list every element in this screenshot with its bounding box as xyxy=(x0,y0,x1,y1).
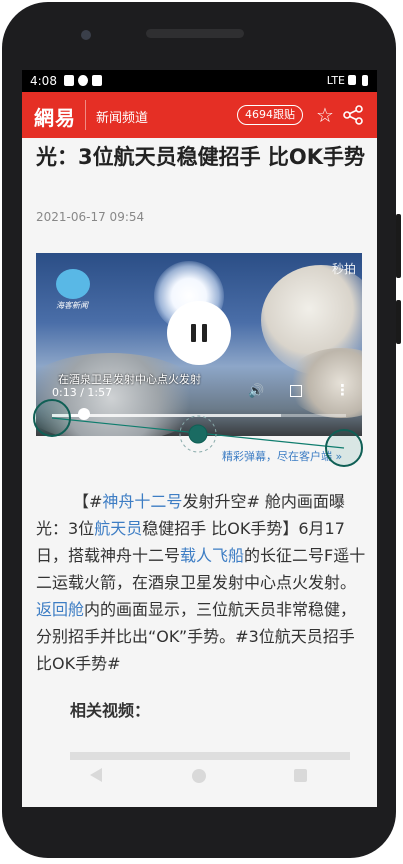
pause-icon xyxy=(191,324,196,342)
battery-icon xyxy=(362,75,368,86)
source-logo-text: 海客新闻 xyxy=(56,301,88,310)
miaopai-watermark: 秒拍 xyxy=(331,262,356,276)
front-camera xyxy=(81,30,91,40)
video-player[interactable]: 海客新闻 秒拍 在酒泉卫星发射中心点火发射 0:13 / 1:57 🔊 ⋮ xyxy=(36,253,362,436)
video-caption: 在酒泉卫星发射中心点火发射 xyxy=(58,373,201,386)
app-bar: 網易 新闻频道 4694跟贴 ☆ xyxy=(22,92,377,138)
article-title: 光：3位航天员稳健招手 比OK手势 xyxy=(36,145,366,169)
screen: 4:08 LTE 網易 新闻频道 4694跟贴 ☆ 光：3位航天员稳健招手 比O… xyxy=(22,70,377,807)
article-date: 2021-06-17 09:54 xyxy=(36,210,145,224)
barrage-open-in-app-link[interactable]: 精彩弹幕，尽在客户端 » xyxy=(222,448,342,464)
body-link[interactable]: 神舟十二号 xyxy=(102,492,182,511)
sim-icon xyxy=(92,75,102,86)
body-link[interactable]: 返回舱 xyxy=(36,600,84,619)
body-link[interactable]: 航天员 xyxy=(94,519,142,538)
volume-button xyxy=(396,214,401,278)
volume-icon[interactable]: 🔊 xyxy=(248,384,264,399)
article-body: 【#神舟十二号发射升空# 舱内画面曝光：3位航天员稳健招手 比OK手势】6月17… xyxy=(36,488,366,677)
notification-icon xyxy=(78,75,88,86)
source-logo-icon xyxy=(56,269,90,299)
body-link[interactable]: 载人飞船 xyxy=(180,546,244,565)
signal-icon xyxy=(64,75,74,86)
back-icon[interactable] xyxy=(90,768,102,782)
home-icon[interactable] xyxy=(192,769,206,783)
network-type: LTE xyxy=(326,74,345,87)
channel-name[interactable]: 新闻频道 xyxy=(96,107,148,126)
body-text: 内的画面显示，三位航天员非常稳健，分别招手并比出“OK”手势。#3位航天员招手比… xyxy=(36,600,357,673)
power-button xyxy=(396,300,401,344)
share-icon[interactable] xyxy=(342,104,364,126)
video-timecode: 0:13 / 1:57 xyxy=(52,386,113,399)
status-time: 4:08 xyxy=(30,74,57,88)
cell-signal-icon xyxy=(348,75,356,85)
status-bar: 4:08 LTE xyxy=(22,70,377,92)
star-icon[interactable]: ☆ xyxy=(316,103,334,127)
seek-bar-buffered xyxy=(84,414,282,417)
seek-bar[interactable] xyxy=(52,414,346,417)
more-options-icon[interactable]: ⋮ xyxy=(335,381,350,399)
android-nav-bar xyxy=(22,755,377,797)
body-text: 【# xyxy=(73,492,103,511)
earpiece-speaker xyxy=(146,29,244,38)
fullscreen-icon[interactable] xyxy=(290,385,302,397)
recents-icon[interactable] xyxy=(294,769,307,782)
pause-button[interactable] xyxy=(167,301,231,365)
follow-comments-button[interactable]: 4694跟贴 xyxy=(237,105,303,125)
related-videos-heading: 相关视频： xyxy=(70,701,151,720)
pause-icon xyxy=(202,324,207,342)
app-bar-divider xyxy=(85,100,86,130)
netease-logo[interactable]: 網易 xyxy=(34,102,76,131)
